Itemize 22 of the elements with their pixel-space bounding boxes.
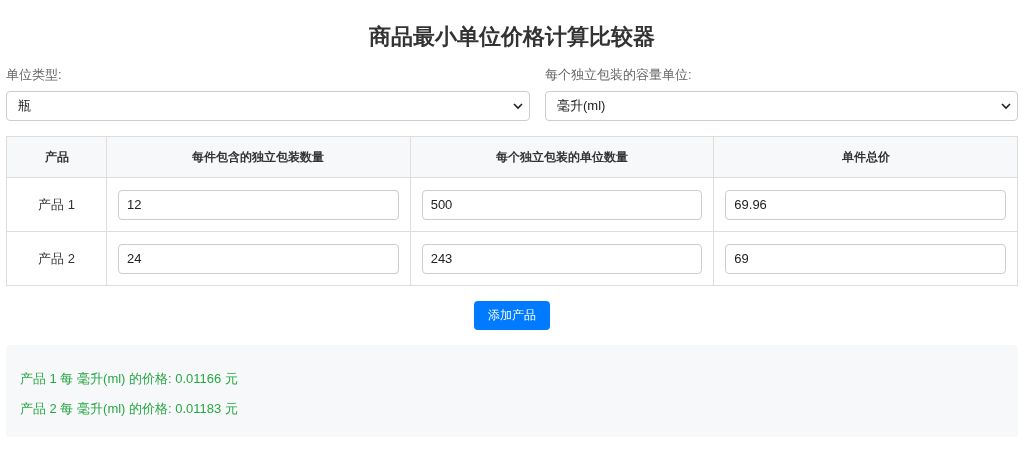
caret-icon — [513, 102, 523, 110]
dropdown[interactable]: 毫升(ml) — [545, 91, 1018, 121]
column-header: 每件包含的独立包装数量 — [106, 136, 411, 178]
column-header: 产品 — [6, 136, 107, 178]
input-field[interactable]: 500 — [421, 189, 703, 220]
column-header: 单件总价 — [713, 136, 1018, 178]
table-cell: 产品 2 — [6, 231, 107, 286]
dropdown[interactable]: 瓶 — [6, 91, 530, 121]
input-field[interactable]: 24 — [118, 243, 399, 274]
table-cell: 产品 1 — [6, 177, 107, 232]
input-field[interactable]: 243 — [421, 243, 703, 274]
input-field[interactable]: 12 — [118, 189, 399, 220]
result-text: 产品 2 每 毫升(ml) 的价格: 0.01183 元 — [20, 401, 239, 417]
result-text: 产品 1 每 毫升(ml) 的价格: 0.01166 元 — [20, 371, 239, 387]
page-title: 商品最小单位价格计算比较器 — [368, 23, 656, 51]
input-field[interactable]: 69.96 — [725, 189, 1006, 220]
column-header: 每个独立包装的单位数量 — [410, 136, 714, 178]
field-label: 每个独立包装的容量单位: — [545, 66, 693, 84]
field-label: 单位类型: — [6, 66, 63, 84]
caret-icon — [1001, 102, 1011, 110]
input-field[interactable]: 69 — [725, 243, 1006, 274]
add-product-button[interactable]: 添加产品 — [474, 301, 550, 330]
